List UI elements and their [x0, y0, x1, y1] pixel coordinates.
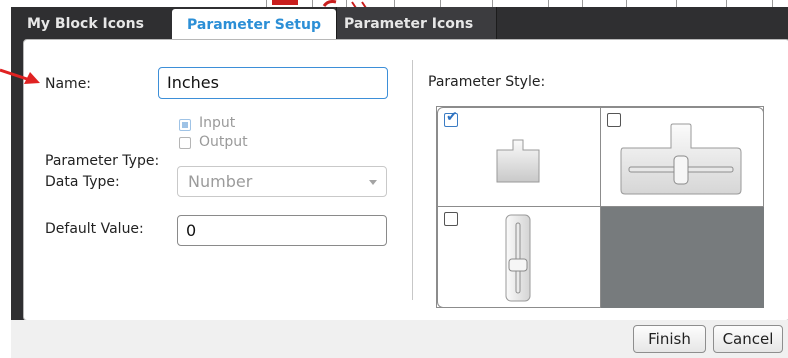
name-input[interactable]: Inches [158, 67, 388, 99]
name-label: Name: [45, 76, 92, 92]
parameter-style-label: Parameter Style: [428, 74, 546, 90]
tab-parameter-icons[interactable]: Parameter Icons [336, 7, 497, 41]
parameter-style-grid: ✔ [436, 106, 764, 308]
parameter-box-icon [496, 139, 540, 183]
input-radio[interactable] [179, 119, 191, 131]
chevron-down-icon [369, 180, 377, 185]
finish-button[interactable]: Finish [633, 325, 706, 353]
default-value-input[interactable]: 0 [177, 215, 387, 246]
tab-parameter-setup[interactable]: Parameter Setup [172, 9, 336, 41]
style-empty-slot [601, 207, 764, 308]
section-divider [412, 60, 413, 300]
style-option-vertical-slider[interactable] [437, 206, 601, 308]
data-type-value: Number [188, 172, 253, 191]
horizontal-slider-icon [620, 123, 742, 195]
style-box-checkbox[interactable]: ✔ [444, 109, 458, 127]
output-radio[interactable] [179, 137, 191, 149]
data-type-label: Data Type: [45, 174, 120, 190]
tab-bar: My Block Icons Parameter Setup Parameter… [11, 7, 497, 41]
input-option-label: Input [199, 115, 236, 131]
style-option-box[interactable]: ✔ [437, 107, 601, 207]
parameter-type-label: Parameter Type: [45, 153, 160, 169]
output-option-label: Output [199, 134, 248, 150]
tab-my-block-icons[interactable]: My Block Icons [11, 7, 172, 41]
style-option-horizontal-slider[interactable] [600, 107, 764, 207]
vertical-slider-icon [505, 214, 531, 302]
cancel-button[interactable]: Cancel [713, 325, 783, 353]
default-value-label: Default Value: [45, 221, 144, 237]
data-type-select[interactable]: Number [177, 166, 387, 197]
check-icon: ✔ [446, 109, 458, 125]
style-vertical-checkbox[interactable] [444, 212, 458, 226]
red-arrow-icon [0, 68, 40, 84]
